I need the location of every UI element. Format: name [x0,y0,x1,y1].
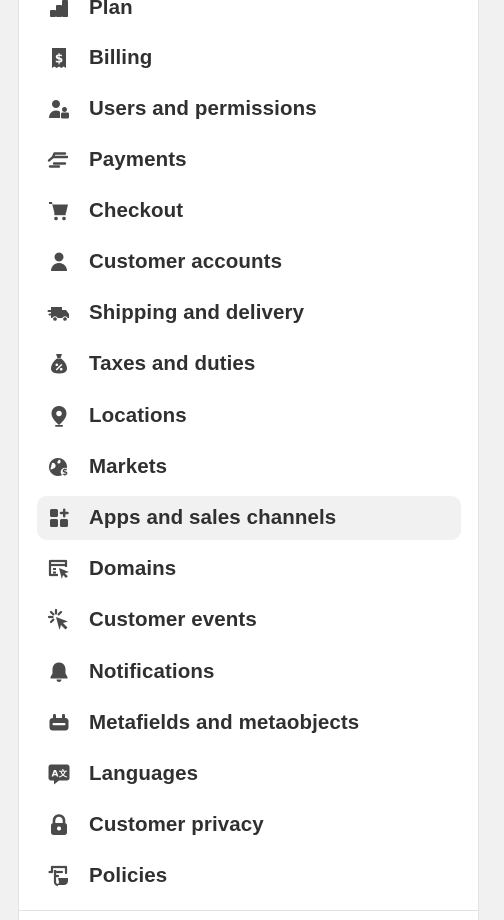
nav-item-label: Metafields and metaobjects [89,711,360,734]
metafields-icon [47,711,71,735]
svg-text:$: $ [55,52,63,66]
panel-divider [19,910,478,911]
nav-item-markets[interactable]: $ Markets [37,445,461,489]
cart-icon [47,199,71,223]
svg-text:文: 文 [59,769,68,780]
svg-text:A: A [52,770,59,780]
nav-item-label: Billing [89,46,153,69]
nav-item-label: Checkout [89,199,184,222]
nav-item-taxes-and-duties[interactable]: Taxes and duties [37,342,461,386]
truck-icon [47,301,71,325]
language-icon: A 文 [47,762,71,786]
nav-item-label: Markets [89,455,168,478]
nav-item-shipping-and-delivery[interactable]: Shipping and delivery [37,291,461,335]
nav-item-label: Policies [89,864,168,887]
nav-item-label: Locations [89,404,187,427]
nav-item-label: Taxes and duties [89,352,256,375]
nav-item-customer-events[interactable]: Customer events [37,598,461,642]
tax-bag-icon [47,352,71,376]
nav-item-label: Domains [89,557,177,580]
nav-item-locations[interactable]: Locations [37,394,461,438]
nav-item-label: Shipping and delivery [89,301,305,324]
nav-item-plan[interactable]: Plan [37,0,461,30]
nav-item-notifications[interactable]: Notifications [37,650,461,694]
nav-item-label: Payments [89,148,187,171]
nav-item-billing[interactable]: $ Billing [37,36,461,80]
nav-item-label: Notifications [89,660,215,683]
nav-item-label: Customer accounts [89,250,283,273]
nav-item-label: Languages [89,762,199,785]
policies-icon [47,864,71,888]
nav-item-metafields-and-metaobjects[interactable]: Metafields and metaobjects [37,701,461,745]
domains-icon [47,557,71,581]
lock-icon [47,813,71,837]
settings-nav-panel: Plan $ Billing Users and permissions Pay… [18,0,479,920]
bell-icon [47,660,71,684]
nav-item-label: Customer events [89,608,257,631]
nav-item-payments[interactable]: Payments [37,138,461,182]
nav-item-label: Plan [89,0,133,19]
svg-text:$: $ [62,468,68,478]
billing-icon: $ [47,46,71,70]
nav-item-checkout[interactable]: Checkout [37,189,461,233]
location-pin-icon [47,404,71,428]
globe-icon: $ [47,455,71,479]
nav-item-domains[interactable]: Domains [37,547,461,591]
nav-item-label: Customer privacy [89,813,264,836]
nav-item-users-and-permissions[interactable]: Users and permissions [37,87,461,131]
nav-item-label: Users and permissions [89,97,317,120]
nav-item-label: Apps and sales channels [89,506,337,529]
nav-item-customer-privacy[interactable]: Customer privacy [37,803,461,847]
payments-icon [47,148,71,172]
nav-item-apps-and-sales-channels[interactable]: Apps and sales channels [37,496,461,540]
plan-icon [47,0,71,20]
nav-item-languages[interactable]: A 文 Languages [37,752,461,796]
cursor-click-icon [47,608,71,632]
apps-icon [47,506,71,530]
users-icon [47,97,71,121]
person-icon [47,250,71,274]
nav-item-policies[interactable]: Policies [37,854,461,898]
nav-item-customer-accounts[interactable]: Customer accounts [37,240,461,284]
